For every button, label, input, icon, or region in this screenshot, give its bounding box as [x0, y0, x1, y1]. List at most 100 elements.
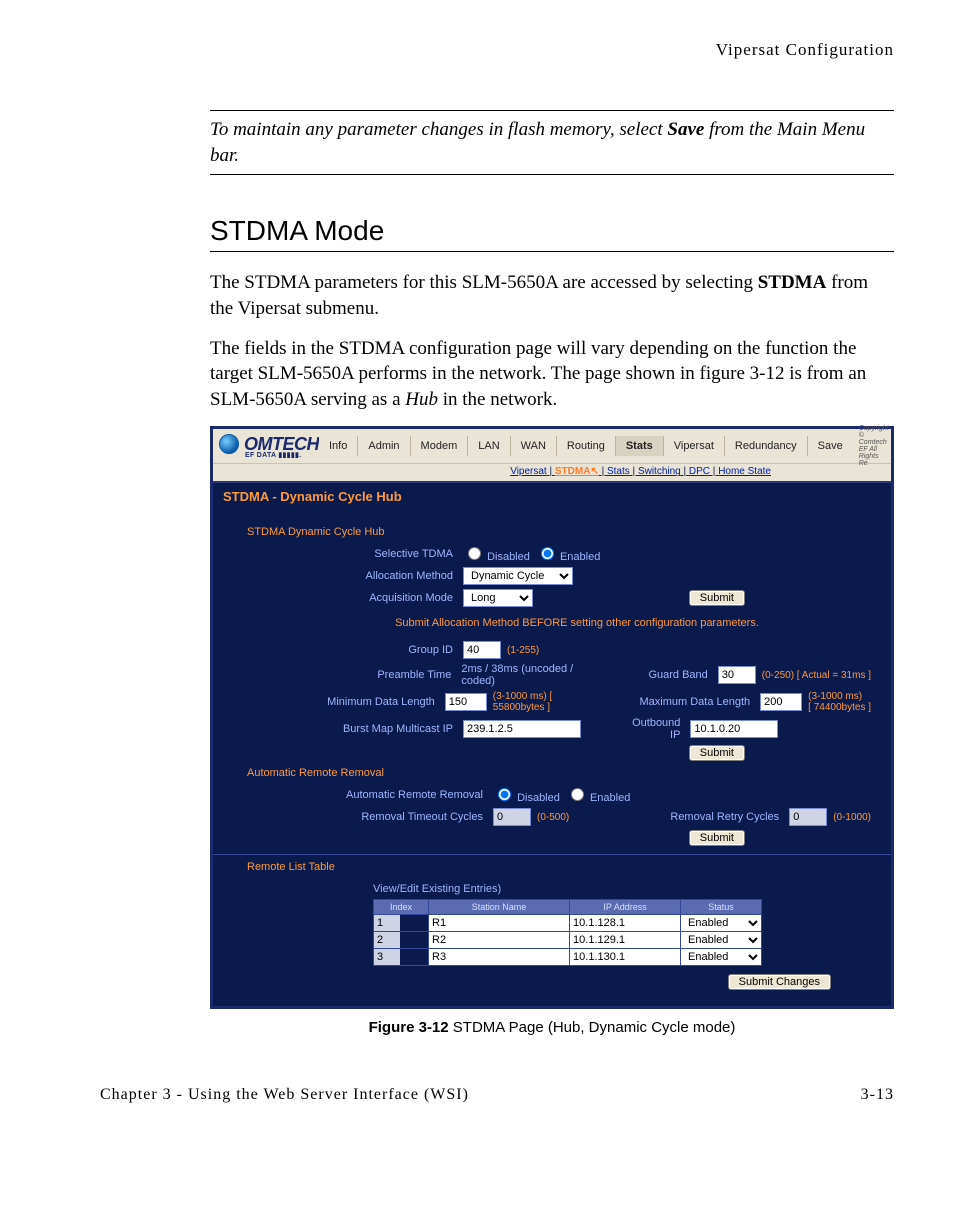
max-data-length-hint2: [ 74400bytes ] — [808, 702, 871, 713]
ip-address-input[interactable] — [570, 949, 680, 965]
para1-bold: STDMA — [758, 272, 827, 293]
outbound-ip-label: Outbound IP — [621, 717, 684, 741]
para1-a: The STDMA parameters for this SLM-5650A … — [210, 272, 758, 293]
para2-b: in the network. — [438, 389, 557, 410]
arr-enabled-radio[interactable]: Enabled — [566, 785, 630, 804]
tab-routing[interactable]: Routing — [557, 436, 616, 456]
max-data-length-label: Maximum Data Length — [640, 696, 755, 708]
subnav-vipersat[interactable]: Vipersat — [510, 466, 547, 477]
tab-vipersat[interactable]: Vipersat — [664, 436, 725, 456]
row-index — [374, 949, 400, 965]
removal-retry-hint: (0-1000) — [833, 812, 871, 823]
subnav-stats[interactable]: Stats — [607, 466, 630, 477]
caption-rest: STDMA Page (Hub, Dynamic Cycle mode) — [449, 1019, 736, 1036]
panel-title: STDMA - Dynamic Cycle Hub — [213, 481, 891, 516]
removal-timeout-input — [493, 808, 531, 826]
status-select[interactable]: Enabled — [681, 915, 761, 931]
tab-modem[interactable]: Modem — [411, 436, 469, 456]
status-select[interactable]: Enabled — [681, 932, 761, 948]
copyright-text: Copyright © Comtech EF All Rights Re — [859, 425, 889, 467]
tab-info[interactable]: Info — [319, 436, 358, 456]
selective-tdma-label: Selective TDMA — [283, 548, 457, 560]
arr-disabled-text: Disabled — [517, 792, 560, 804]
station-name-input[interactable] — [429, 949, 569, 965]
para-1: The STDMA parameters for this SLM-5650A … — [210, 270, 894, 321]
tab-stats[interactable]: Stats — [616, 436, 664, 456]
acquisition-mode-label: Acquisition Mode — [283, 592, 457, 604]
col-status: Status — [681, 900, 762, 915]
allocation-method-label: Allocation Method — [283, 570, 457, 582]
col-index: Index — [374, 900, 429, 915]
preamble-value: 2ms / 38ms (uncoded / coded) — [461, 663, 608, 687]
group-id-input[interactable] — [463, 641, 501, 659]
tab-admin[interactable]: Admin — [358, 436, 410, 456]
tab-redundancy[interactable]: Redundancy — [725, 436, 808, 456]
note-pre: To maintain any parameter changes in fla… — [210, 119, 667, 140]
outbound-ip-input[interactable] — [690, 720, 778, 738]
group3-title: Remote List Table — [247, 861, 871, 873]
para-2: The fields in the STDMA configuration pa… — [210, 336, 894, 413]
caption-bold: Figure 3-12 — [369, 1019, 449, 1036]
top-tabs: InfoAdminModemLANWANRoutingStatsVipersat… — [319, 436, 853, 456]
footer-right: 3-13 — [861, 1086, 894, 1104]
table-title: View/Edit Existing Entries) — [373, 883, 871, 895]
min-data-length-hint: (3-1000 ms) [ 55800bytes ] — [493, 691, 600, 713]
guard-band-label: Guard Band — [648, 669, 711, 681]
max-data-length-input[interactable] — [760, 693, 802, 711]
col-ip-address: IP Address — [570, 900, 681, 915]
allocation-method-select[interactable]: Dynamic Cycle — [463, 567, 573, 585]
arr-enabled-text: Enabled — [590, 792, 630, 804]
ip-address-input[interactable] — [570, 915, 680, 931]
selective-enabled-radio[interactable]: Enabled — [536, 544, 600, 563]
tab-lan[interactable]: LAN — [468, 436, 510, 456]
guard-band-input[interactable] — [718, 666, 756, 684]
tab-wan[interactable]: WAN — [511, 436, 557, 456]
para2-em: Hub — [405, 389, 438, 410]
subnav-home-state[interactable]: Home State — [718, 466, 771, 477]
selective-disabled-radio[interactable]: Disabled — [463, 544, 530, 563]
min-data-length-input[interactable] — [445, 693, 487, 711]
ip-address-input[interactable] — [570, 932, 680, 948]
subnav-switching[interactable]: Switching — [638, 466, 681, 477]
row-index — [374, 932, 400, 948]
acquisition-mode-select[interactable]: Long — [463, 589, 533, 607]
section-title: STDMA Mode — [210, 215, 894, 252]
remote-list-table: IndexStation NameIP AddressStatus Enable… — [373, 899, 762, 966]
status-select[interactable]: Enabled — [681, 949, 761, 965]
tab-save[interactable]: Save — [808, 436, 853, 456]
station-name-input[interactable] — [429, 915, 569, 931]
group1-title: STDMA Dynamic Cycle Hub — [247, 526, 871, 538]
divider — [213, 854, 891, 855]
group2-title: Automatic Remote Removal — [247, 767, 871, 779]
row-index — [374, 915, 400, 931]
note-bold: Save — [667, 119, 704, 140]
arr-label: Automatic Remote Removal — [283, 789, 487, 801]
removal-timeout-hint: (0-500) — [537, 812, 569, 823]
table-row: Enabled — [374, 932, 762, 949]
selective-disabled-text: Disabled — [487, 551, 530, 563]
running-header: Vipersat Configuration — [100, 40, 894, 60]
table-row: Enabled — [374, 915, 762, 932]
submit-button-3[interactable]: Submit — [689, 830, 745, 846]
subnav-dpc[interactable]: DPC — [689, 466, 710, 477]
guard-band-hint: (0-250) [ Actual = 31ms ] — [762, 670, 871, 681]
min-data-length-label: Minimum Data Length — [283, 696, 439, 708]
submit-button-1[interactable]: Submit — [689, 590, 745, 606]
group-id-label: Group ID — [283, 644, 457, 656]
submit-button-2[interactable]: Submit — [689, 745, 745, 761]
station-name-input[interactable] — [429, 932, 569, 948]
arr-disabled-radio[interactable]: Disabled — [493, 785, 560, 804]
warning-text: Submit Allocation Method BEFORE setting … — [283, 617, 871, 629]
subnav-stdma[interactable]: STDMA↖ — [555, 466, 599, 477]
figure-screenshot: OMTECH EF DATA ▮▮▮▮▮. InfoAdminModemLANW… — [210, 426, 894, 1009]
removal-retry-label: Removal Retry Cycles — [670, 811, 783, 823]
max-data-length-hint1: (3-1000 ms) — [808, 691, 871, 702]
subnav: Vipersat | STDMA↖ | Stats | Switching | … — [213, 463, 891, 481]
submit-changes-button[interactable]: Submit Changes — [728, 974, 831, 990]
save-note: To maintain any parameter changes in fla… — [210, 110, 894, 175]
removal-timeout-label: Removal Timeout Cycles — [283, 811, 487, 823]
table-row: Enabled — [374, 949, 762, 966]
burst-ip-input[interactable] — [463, 720, 581, 738]
topbar: OMTECH EF DATA ▮▮▮▮▮. InfoAdminModemLANW… — [213, 429, 891, 463]
footer-left: Chapter 3 - Using the Web Server Interfa… — [100, 1086, 469, 1104]
